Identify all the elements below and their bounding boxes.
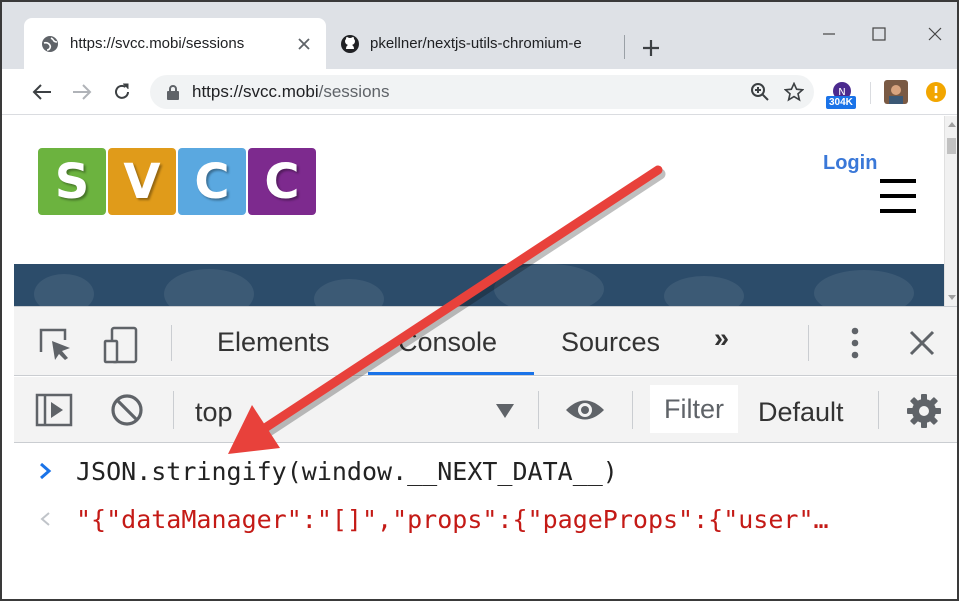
inspect-element-button[interactable] — [36, 325, 76, 365]
logo-tile: C — [178, 148, 246, 215]
logo-tile: S — [38, 148, 106, 215]
gear-icon — [907, 394, 941, 428]
plus-icon — [643, 40, 659, 56]
devtools-menu-button[interactable] — [840, 325, 870, 361]
logo-tile: V — [108, 148, 176, 215]
live-expression-button[interactable] — [562, 393, 608, 427]
maximize-button[interactable] — [864, 22, 894, 46]
device-toolbar-button[interactable] — [100, 323, 144, 367]
tab-separator — [624, 35, 625, 59]
extension-badge: 304K — [826, 96, 856, 109]
warning-icon — [926, 82, 946, 102]
close-devtools-button[interactable] — [904, 325, 940, 361]
new-tab-button[interactable] — [638, 35, 664, 61]
forward-button[interactable] — [68, 78, 96, 106]
tab-strip: https://svcc.mobi/sessions pkellner/next… — [2, 2, 957, 69]
url-host: https://svcc.mobi — [192, 82, 319, 101]
tab-elements[interactable]: Elements — [217, 327, 330, 358]
avatar-icon — [884, 80, 908, 104]
chevron-down-icon[interactable] — [496, 404, 514, 418]
back-button[interactable] — [28, 78, 56, 106]
minimize-button[interactable] — [814, 22, 844, 46]
browser-toolbar: https://svcc.mobi/sessions N — [2, 69, 957, 115]
console-input-line[interactable]: JSON.stringify(window.__NEXT_DATA__) — [14, 448, 957, 494]
svcc-logo[interactable]: S V C C — [38, 148, 318, 215]
toolbar-separator — [870, 82, 871, 104]
maximize-icon — [872, 27, 886, 41]
clear-console-button[interactable] — [108, 391, 146, 429]
update-warning-button[interactable] — [922, 78, 950, 106]
hero-banner-image — [14, 264, 944, 306]
close-icon — [928, 27, 942, 41]
url-path: /sessions — [318, 82, 390, 101]
zoom-button[interactable] — [746, 78, 774, 106]
logo-tile: C — [248, 148, 316, 215]
page-viewport: S V C C Login — [14, 116, 944, 306]
lock-icon — [167, 85, 179, 100]
active-tab-indicator — [368, 372, 534, 375]
tab-title: https://svcc.mobi/sessions — [70, 35, 245, 52]
more-tabs-button[interactable]: » — [714, 323, 729, 354]
close-window-button[interactable] — [920, 22, 950, 46]
clear-icon — [111, 394, 143, 426]
chevron-left-icon — [14, 510, 76, 528]
chevron-right-icon — [14, 462, 76, 480]
kebab-menu-icon — [851, 327, 859, 359]
eye-icon — [566, 400, 604, 420]
minimize-icon — [823, 33, 835, 35]
tab-sources[interactable]: Sources — [561, 327, 660, 358]
globe-icon — [42, 35, 58, 52]
device-icon — [103, 326, 138, 364]
console-result-line: "{"dataManager":"[]","props":{"pageProps… — [14, 496, 957, 542]
login-link[interactable]: Login — [823, 152, 877, 175]
github-icon — [341, 34, 359, 53]
zoom-icon — [751, 83, 769, 101]
arrow-right-icon — [73, 84, 92, 100]
console-settings-button[interactable] — [904, 391, 944, 431]
devtools-tab-bar: Elements Console Sources » — [14, 307, 957, 376]
log-levels-dropdown[interactable]: Default — [758, 397, 844, 428]
context-selector[interactable]: top — [195, 397, 233, 428]
address-bar[interactable]: https://svcc.mobi/sessions — [150, 75, 814, 109]
toggle-sidebar-button[interactable] — [34, 391, 74, 429]
bookmark-button[interactable] — [780, 78, 808, 106]
star-icon — [784, 82, 804, 102]
reload-icon — [115, 83, 129, 99]
scrollbar-thumb[interactable] — [947, 138, 956, 154]
devtools-panel: Elements Console Sources » top Filter De… — [14, 306, 957, 599]
tab-svcc-sessions[interactable]: https://svcc.mobi/sessions — [24, 18, 326, 69]
close-tab-icon[interactable] — [292, 32, 316, 56]
console-command: JSON.stringify(window.__NEXT_DATA__) — [76, 456, 618, 486]
menu-icon[interactable] — [880, 179, 916, 213]
tab-console[interactable]: Console — [398, 327, 497, 358]
sidebar-icon — [35, 393, 73, 427]
reload-button[interactable] — [108, 78, 136, 106]
console-result: "{"dataManager":"[]","props":{"pageProps… — [76, 504, 829, 534]
close-icon — [909, 330, 935, 356]
tab-github-repo[interactable]: pkellner/nextjs-utils-chromium-e — [330, 18, 620, 69]
arrow-left-icon — [32, 84, 51, 100]
url-text: https://svcc.mobi/sessions — [192, 82, 746, 102]
profile-avatar[interactable] — [882, 78, 910, 106]
page-scrollbar[interactable] — [944, 116, 957, 306]
browser-window: https://svcc.mobi/sessions pkellner/next… — [0, 0, 959, 601]
select-element-icon — [39, 328, 70, 360]
filter-input[interactable]: Filter — [650, 385, 738, 433]
